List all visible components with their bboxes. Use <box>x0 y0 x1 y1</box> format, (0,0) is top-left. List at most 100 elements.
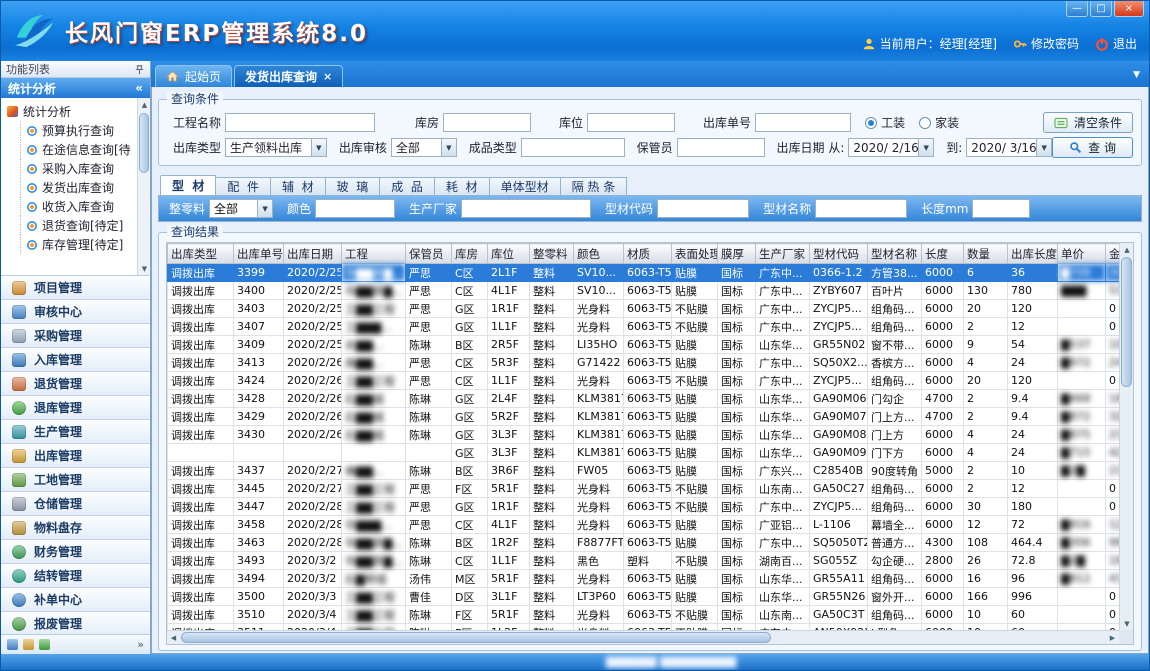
outbound-type-select[interactable]: 生产领料出库 ▼ <box>225 138 327 157</box>
dropdown-arrow-icon[interactable]: ▼ <box>918 139 933 156</box>
table-row[interactable]: 调拨出库34452020/2/27工▇▇工程严思F区5R1F整料光身料6063-… <box>168 480 1120 498</box>
location-input[interactable] <box>587 113 675 132</box>
column-header[interactable]: 库房 <box>452 244 488 264</box>
tree-scrollbar[interactable]: ▲ ▼ <box>137 98 150 275</box>
sidebar-item-carryover[interactable]: 结转管理 <box>1 564 150 588</box>
column-header[interactable]: 出库长度 <box>1008 244 1058 264</box>
material-tab[interactable]: 配 件 <box>216 177 271 196</box>
column-header[interactable]: 出库类型 <box>168 244 234 264</box>
tree-item-6[interactable]: 库存管理[待定] <box>20 235 134 254</box>
sidebar-item-outbound-box[interactable]: 出库管理 <box>1 444 150 468</box>
chart-icon[interactable] <box>39 639 50 650</box>
scroll-down-icon[interactable]: ▼ <box>1120 617 1134 630</box>
table-row[interactable]: 调拨出库34282020/2/26石▇▇城陈琳G区2L4F整料KLM381760… <box>168 390 1120 408</box>
column-header[interactable]: 表面处理 <box>672 244 718 264</box>
material-tab[interactable]: 单体型材 <box>490 177 561 196</box>
sidebar-item-audit-monitor[interactable]: 审核中心 <box>1 300 150 324</box>
tree-item-3[interactable]: 发货出库查询 <box>20 178 134 197</box>
table-row[interactable]: G区3L3F整料KLM38176063-T5贴膜国标山东华...GA90M09.… <box>168 444 1120 462</box>
table-row[interactable]: 调拨出库34032020/2/25工▇▇工程严思G区1R1F整料光身料6063-… <box>168 300 1120 318</box>
table-row[interactable]: 调拨出库34932020/3/2华▇▇原▇...陈琳C区1L1F整料黑色塑料不贴… <box>168 552 1120 570</box>
sidebar-item-site[interactable]: 工地管理 <box>1 468 150 492</box>
column-header[interactable]: 长度 <box>922 244 964 264</box>
warehouse-input[interactable] <box>443 113 531 132</box>
table-row[interactable]: 调拨出库34002020/2/25华▇▇原▇...严思C区4L1F整料SV10.… <box>168 282 1120 300</box>
column-header[interactable]: 型材代码 <box>810 244 868 264</box>
sidebar-item-production-gear[interactable]: 生产管理 <box>1 420 150 444</box>
sidebar-item-return-store[interactable]: 退库管理 <box>1 396 150 420</box>
table-row[interactable]: 调拨出库34942020/3/2石▇辉城汤伟M区5R1F整料光身料6063-T5… <box>168 570 1120 588</box>
table-row[interactable]: 调拨出库34472020/2/28工▇▇工程严思G区1R1F整料光身料6063-… <box>168 498 1120 516</box>
product-type-input[interactable] <box>521 138 625 157</box>
column-header[interactable]: 库位 <box>488 244 530 264</box>
column-header[interactable]: 工程 <box>342 244 406 264</box>
profile-code-input[interactable] <box>657 199 749 218</box>
profile-name-input[interactable] <box>815 199 907 218</box>
tree-scrollbar-thumb[interactable] <box>139 113 149 173</box>
table-row[interactable]: 调拨出库34092020/2/25长▇▇...陈琳B区2R5F整料LI35HO6… <box>168 336 1120 354</box>
column-header[interactable]: 颜色 <box>574 244 624 264</box>
sidebar-item-finance-coin[interactable]: 财务管理 <box>1 540 150 564</box>
column-header[interactable]: 出库单号 <box>234 244 284 264</box>
column-header[interactable]: 膜厚 <box>718 244 756 264</box>
dropdown-arrow-icon[interactable]: ▼ <box>441 139 456 156</box>
sidebar-item-supplement-order[interactable]: 补单中心 <box>1 588 150 612</box>
column-header[interactable]: 金额 <box>1106 244 1120 264</box>
column-header[interactable]: 保管员 <box>406 244 452 264</box>
column-header[interactable]: 数量 <box>964 244 1008 264</box>
table-row[interactable]: 调拨出库35002020/3/3工▇▇工程曹佳D区3L1F整料LT3P60606… <box>168 588 1120 606</box>
table-row[interactable]: 调拨出库35102020/3/4工▇▇工程陈琳F区5R1F整料光身料6063-T… <box>168 606 1120 624</box>
sidebar-item-warehouse[interactable]: 仓储管理 <box>1 492 150 516</box>
material-tab[interactable]: 成 品 <box>380 177 435 196</box>
dropdown-arrow-icon[interactable]: ▼ <box>311 139 326 156</box>
dropdown-arrow-icon[interactable]: ▼ <box>1036 139 1051 156</box>
maximize-button[interactable]: □ <box>1090 1 1112 17</box>
scroll-up-icon[interactable]: ▲ <box>138 98 150 111</box>
length-input[interactable] <box>972 199 1030 218</box>
sidebar-item-inventory-clipboard[interactable]: 物料盘存 <box>1 516 150 540</box>
minimize-button[interactable]: — <box>1066 1 1088 17</box>
audit-select[interactable]: 全部 ▼ <box>391 138 457 157</box>
dropdown-arrow-icon[interactable]: ▼ <box>257 200 272 217</box>
collapse-icon[interactable]: « <box>135 81 143 95</box>
keeper-input[interactable] <box>677 138 765 157</box>
radio-jiazhuang[interactable]: 家装 <box>919 114 959 131</box>
column-header[interactable]: 整零料 <box>530 244 574 264</box>
sidebar-item-return-goods[interactable]: 退货管理 <box>1 372 150 396</box>
logout-button[interactable]: 退出 <box>1095 35 1137 52</box>
column-header[interactable]: 单价 <box>1058 244 1106 264</box>
scroll-right-icon[interactable]: ▶ <box>1106 631 1119 645</box>
table-row[interactable]: 调拨出库34132020/2/26南▇▇...严思C区5R3F整料G714226… <box>168 354 1120 372</box>
tree-item-1[interactable]: 在途信息查询[待 <box>20 140 134 159</box>
tab-close-icon[interactable]: × <box>323 70 332 83</box>
material-tab[interactable]: 玻 璃 <box>326 177 381 196</box>
change-password-button[interactable]: 修改密码 <box>1013 35 1079 52</box>
tree-item-5[interactable]: 退货查询[待定] <box>20 216 134 235</box>
sidebar-section-header[interactable]: 统计分析 « <box>1 78 150 98</box>
scroll-left-icon[interactable]: ◀ <box>167 631 180 645</box>
material-tab[interactable]: 隔 热 条 <box>561 177 628 196</box>
column-header[interactable]: 出库日期 <box>284 244 342 264</box>
column-header[interactable]: 型材名称 <box>868 244 922 264</box>
table-row[interactable]: 调拨出库34072020/2/25工▇▇▇...严思G区1L1F整料光身料606… <box>168 318 1120 336</box>
clear-conditions-button[interactable]: 清空条件 <box>1043 112 1133 133</box>
sidebar-item-project-book[interactable]: 项目管理 <box>1 276 150 300</box>
date-from-select[interactable]: 2020/ 2/16 ▼ <box>848 138 934 157</box>
column-header[interactable]: 生产厂家 <box>756 244 810 264</box>
tab-home[interactable]: 起始页 <box>155 65 232 87</box>
sidebar-item-purchase-cart[interactable]: 采购管理 <box>1 324 150 348</box>
scroll-down-icon[interactable]: ▼ <box>138 262 150 275</box>
search-button[interactable]: 查 询 <box>1052 137 1133 158</box>
column-header[interactable]: 材质 <box>624 244 672 264</box>
material-tab[interactable]: 耗 材 <box>435 177 490 196</box>
table-row[interactable]: 调拨出库34632020/2/28华▇▇原▇...陈琳B区1R2F整料F8877… <box>168 534 1120 552</box>
tab-list-chevron-icon[interactable]: ▼ <box>1133 70 1140 80</box>
material-tab[interactable]: 辅 材 <box>271 177 326 196</box>
table-row[interactable]: 调拨出库34302020/2/26石▇▇城陈琳G区3L3F整料KLM381760… <box>168 426 1120 444</box>
tree-root[interactable]: 统计分析 <box>7 102 134 121</box>
whole-part-select[interactable]: 全部 ▼ <box>209 199 273 218</box>
tree-item-2[interactable]: 采购入库查询 <box>20 159 134 178</box>
tab-shipment-outbound-query[interactable]: 发货出库查询 × <box>234 65 343 87</box>
table-row[interactable]: 调拨出库34242020/2/26工▇▇工程严思C区1L1F整料光身料6063-… <box>168 372 1120 390</box>
color-input[interactable] <box>315 199 395 218</box>
